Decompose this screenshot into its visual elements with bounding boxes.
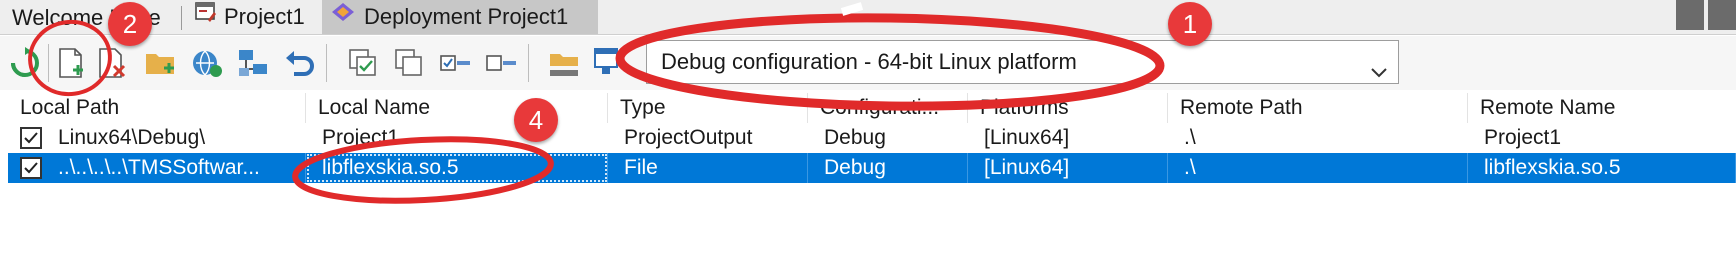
toolbar-separator <box>326 44 327 82</box>
column-header-local-path[interactable]: Local Path <box>8 93 306 123</box>
annotation-badge-2: 2 <box>108 2 152 46</box>
annotation-badge-4: 4 <box>514 98 558 142</box>
column-header-type[interactable]: Type <box>608 93 808 123</box>
deployment-toolbar: Debug configuration - 64-bit Linux platf… <box>0 36 1736 90</box>
table-row[interactable]: Linux64\Debug\ Project1 ProjectOutput De… <box>8 123 1736 153</box>
platform-settings-icon[interactable] <box>236 46 270 80</box>
column-header-remote-path[interactable]: Remote Path <box>1168 93 1468 123</box>
cell-configuration: Debug <box>824 126 886 149</box>
table-row-selected[interactable]: ..\..\..\..\TMSSoftwar... libflexskia.so… <box>8 153 1736 183</box>
toolbar-separator <box>528 44 529 82</box>
deployment-icon <box>330 0 356 35</box>
cell-local-path: ..\..\..\..\TMSSoftwar... <box>8 153 306 183</box>
revert-icon[interactable] <box>282 46 316 80</box>
cell-type: ProjectOutput <box>624 126 753 149</box>
connect-icon[interactable] <box>190 46 224 80</box>
restore-pane-button[interactable] <box>1676 0 1704 30</box>
duplicate-icon[interactable] <box>392 46 426 80</box>
expand-icon[interactable] <box>484 46 518 80</box>
cell-remote-path: .\ <box>1184 126 1196 149</box>
cell-local-name[interactable]: libflexskia.so.5 <box>306 153 608 183</box>
tab-divider <box>181 6 182 30</box>
deployment-file-grid: Local Path Local Name Type Configurati..… <box>8 93 1736 268</box>
cell-local-path: Linux64\Debug\ <box>58 126 206 149</box>
add-files-icon[interactable] <box>54 46 88 80</box>
tab-deployment-project1[interactable]: Deployment Project1 <box>322 0 598 34</box>
column-header-configuration[interactable]: Configurati... <box>808 93 968 123</box>
tab-project-label: Project1 <box>224 4 305 29</box>
configuration-value: Debug configuration - 64-bit Linux platf… <box>661 49 1077 74</box>
cell-remote-path: .\ <box>1168 153 1468 183</box>
add-folder-icon[interactable] <box>144 46 178 80</box>
deploy-icon[interactable] <box>592 46 626 80</box>
column-header-local-name[interactable]: Local Name <box>306 93 608 123</box>
tab-project1[interactable]: Project1 <box>186 0 318 34</box>
chevron-down-icon <box>1370 53 1388 78</box>
column-header-platforms[interactable]: Platforms <box>968 93 1168 123</box>
cell-type: File <box>608 153 808 183</box>
collapse-icon[interactable] <box>438 46 472 80</box>
column-header-remote-name[interactable]: Remote Name <box>1468 93 1736 123</box>
toolbar-separator <box>48 44 49 82</box>
copy-config-icon[interactable] <box>346 46 380 80</box>
configuration-select[interactable]: Debug configuration - 64-bit Linux platf… <box>646 40 1399 84</box>
open-folder-icon[interactable] <box>548 46 582 80</box>
grid-header-row: Local Path Local Name Type Configurati..… <box>8 93 1736 123</box>
annotation-badge-1: 1 <box>1168 2 1212 46</box>
project-form-icon <box>194 0 218 35</box>
refresh-icon[interactable] <box>8 46 42 80</box>
cell-platforms: [Linux64] <box>984 126 1070 149</box>
cell-remote-name: Project1 <box>1484 126 1562 149</box>
document-tab-strip: Welcome Page Project1 Deployment Project… <box>0 0 1736 35</box>
close-pane-button[interactable] <box>1708 0 1736 30</box>
tab-welcome-page[interactable]: Welcome Page <box>4 0 180 34</box>
cell-platforms: [Linux64] <box>968 153 1168 183</box>
window-controls <box>1676 0 1736 30</box>
cell-remote-name: libflexskia.so.5 <box>1468 153 1736 183</box>
remove-files-icon[interactable] <box>96 46 130 80</box>
cell-local-name: Project1 <box>322 126 400 149</box>
tab-deployment-label: Deployment Project1 <box>364 4 569 29</box>
cell-configuration: Debug <box>808 153 968 183</box>
